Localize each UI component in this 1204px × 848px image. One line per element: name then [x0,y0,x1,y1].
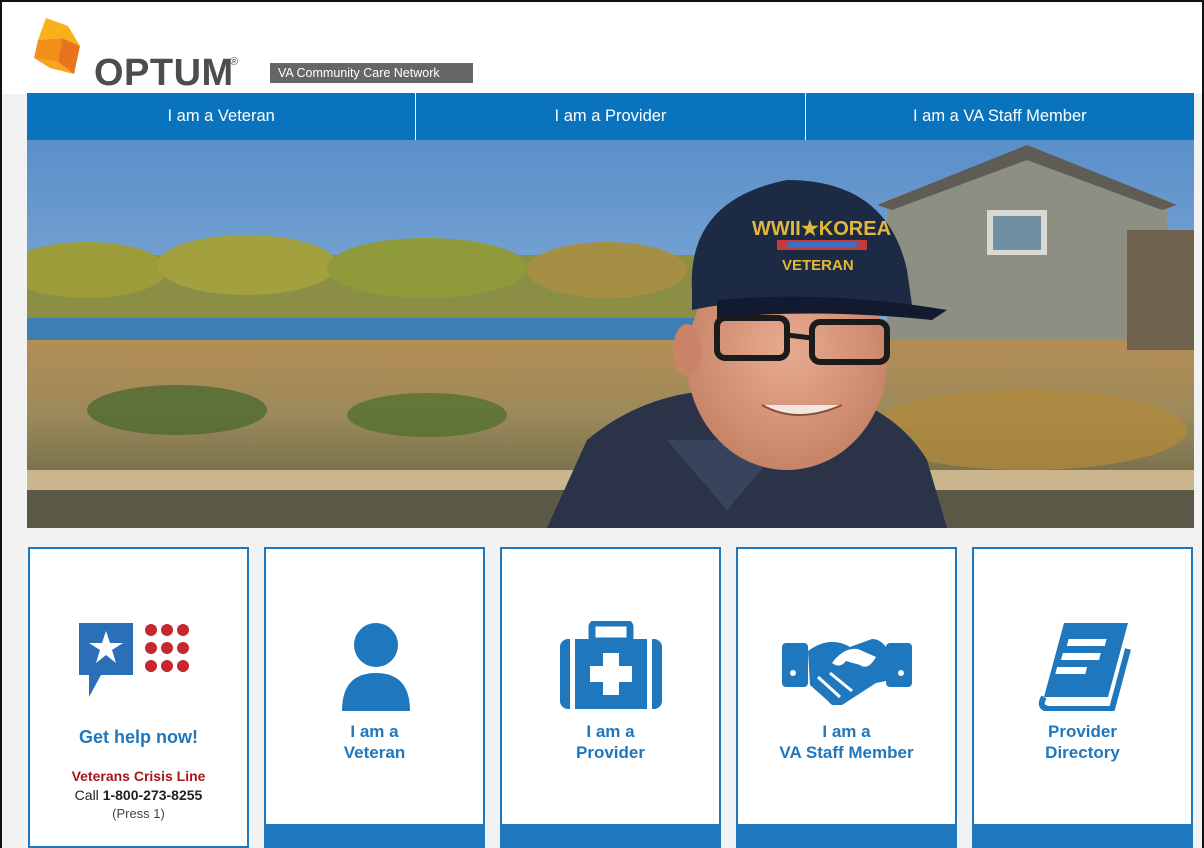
va-staff-card-bar [736,824,957,846]
directory-card-line1: Provider [1048,722,1117,741]
provider-card-bar [500,824,721,846]
hero-cap-text-bottom: VETERAN [782,257,854,274]
nav-veteran[interactable]: I am a Veteran [27,93,417,140]
site-header: OPTUM ® VA Community Care Network [2,2,1202,94]
crisis-chat-icon [79,623,189,697]
hero-photo-veteran: WWII★KOREA VETERAN [27,140,1194,528]
crisis-title[interactable]: Get help now! [30,727,247,748]
crisis-call-text: Call 1-800-273-8255 [30,787,247,803]
crisis-call-prefix: Call [74,787,99,803]
provider-card-line2: Provider [576,743,645,762]
veteran-card-bar [264,824,485,846]
logo-registered-mark: ® [230,56,239,68]
provider-card[interactable]: I am a Provider [500,547,721,848]
veteran-card-line2: Veteran [343,743,406,762]
veteran-card[interactable]: I am a Veteran [264,547,485,848]
top-navigation: I am a Veteran I am a Provider I am a VA… [27,93,1194,140]
provider-directory-card[interactable]: Provider Directory [972,547,1193,848]
person-icon [342,623,410,711]
crisis-card[interactable]: Get help now! Veterans Crisis Line Call … [28,547,249,848]
crisis-phone-number[interactable]: 1-800-273-8255 [103,787,203,803]
nav-va-staff[interactable]: I am a VA Staff Member [806,93,1194,140]
medical-kit-icon [560,621,662,709]
va-staff-card[interactable]: I am a VA Staff Member [736,547,957,848]
directory-card-bar [972,824,1193,846]
network-label: VA Community Care Network [270,63,473,83]
optum-logo-icon [34,18,80,74]
provider-card-line1: I am a [586,722,635,741]
nav-provider[interactable]: I am a Provider [416,93,806,140]
crisis-line-name: Veterans Crisis Line [71,768,206,784]
va-staff-card-line1: I am a [822,722,871,741]
hero-cap-text-top: WWII★KOREA [752,218,891,240]
hero-image: WWII★KOREA VETERAN [27,140,1194,528]
veteran-card-line1: I am a [350,722,399,741]
directory-card-line2: Directory [1045,743,1120,762]
crisis-press-instruction: (Press 1) [112,806,165,821]
handshake-icon [782,639,912,705]
logo-wordmark: OPTUM [94,52,234,94]
optum-logo[interactable]: OPTUM ® [28,16,253,94]
va-staff-card-line2: VA Staff Member [779,743,914,762]
book-icon [1038,623,1131,711]
